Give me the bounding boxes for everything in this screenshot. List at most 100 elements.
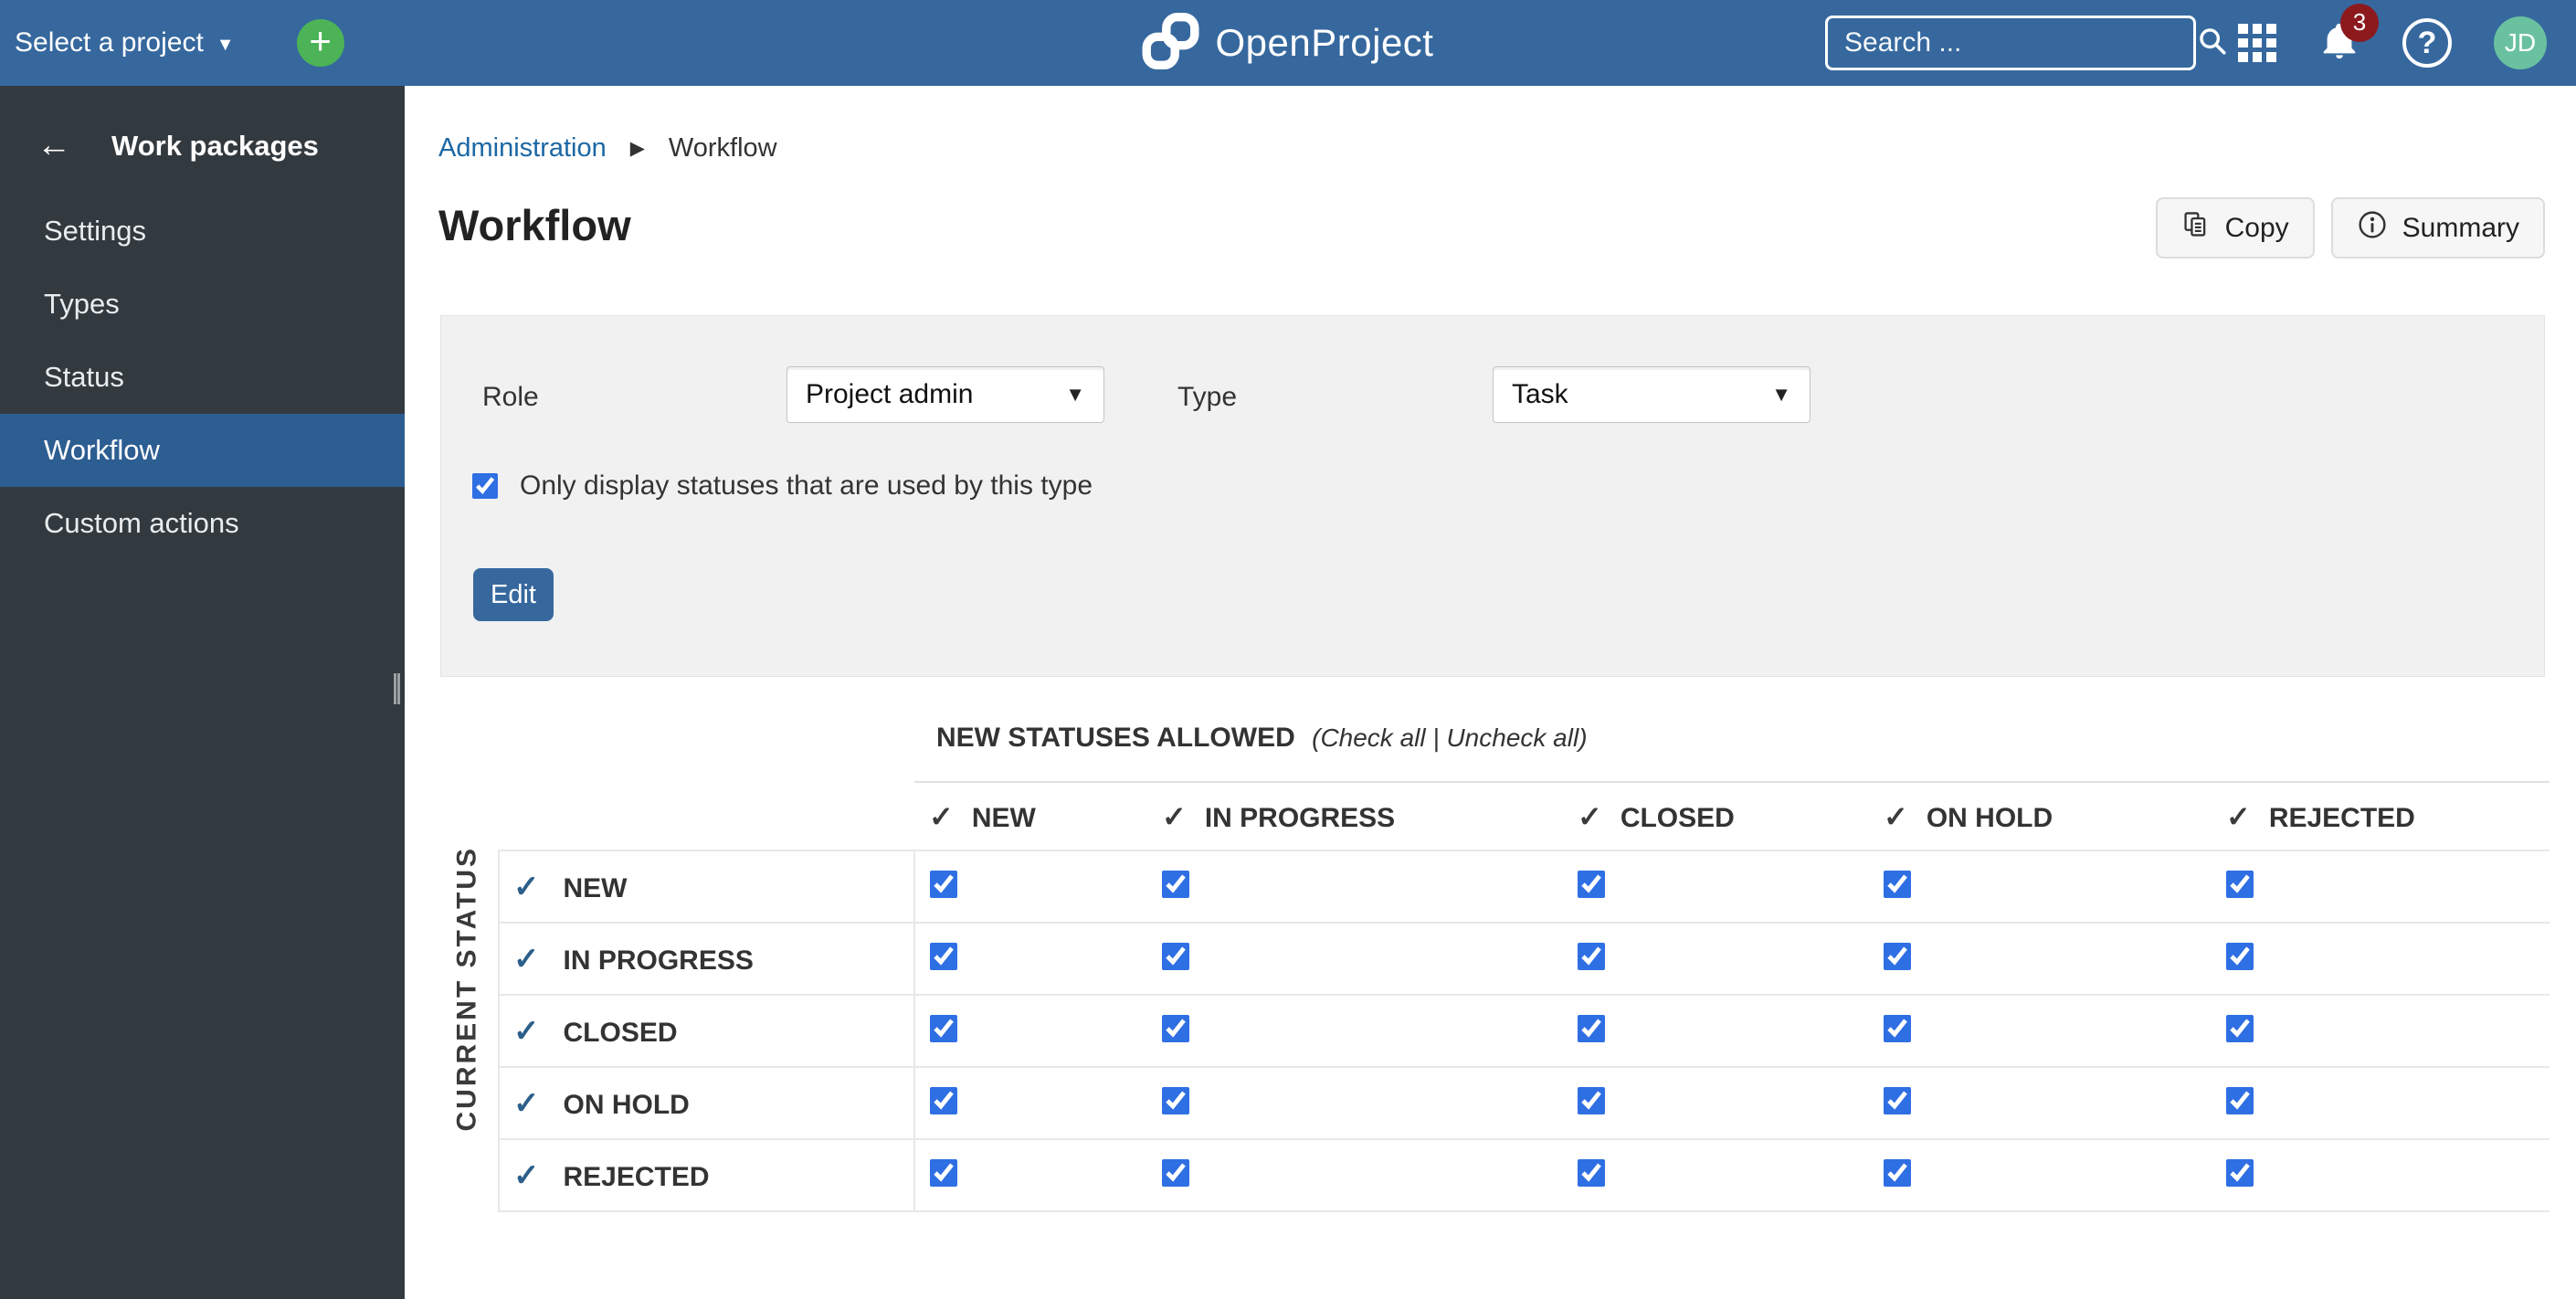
matrix-cell <box>1869 994 2212 1067</box>
transition-checkbox-in-progress-to-closed[interactable] <box>1578 943 1605 970</box>
matrix-cell <box>1147 850 1563 923</box>
transition-checkbox-rejected-to-rejected[interactable] <box>2226 1159 2254 1187</box>
transition-checkbox-rejected-to-in-progress[interactable] <box>1162 1159 1189 1187</box>
transition-checkbox-new-to-on-hold[interactable] <box>1884 871 1911 898</box>
breadcrumb-workflow: Workflow <box>668 133 777 163</box>
transition-checkbox-closed-to-new[interactable] <box>930 1015 957 1042</box>
role-select[interactable]: Project admin ▼ <box>787 366 1104 423</box>
matrix-cell <box>1147 994 1563 1067</box>
check-column-icon[interactable]: ✓ <box>2226 800 2251 833</box>
summary-button-label: Summary <box>2402 212 2519 243</box>
notifications-button[interactable]: 3 <box>2318 3 2379 67</box>
transition-checkbox-rejected-to-new[interactable] <box>930 1159 957 1187</box>
transition-checkbox-on-hold-to-new[interactable] <box>930 1087 957 1114</box>
transition-checkbox-rejected-to-on-hold[interactable] <box>1884 1159 1911 1187</box>
table-row-in-progress: ✓ IN PROGRESS <box>498 922 2550 995</box>
transition-checkbox-closed-to-in-progress[interactable] <box>1162 1015 1189 1042</box>
back-arrow-icon[interactable]: ← <box>37 126 71 165</box>
matrix-cell <box>1563 1066 1869 1139</box>
matrix-cell <box>914 1138 1147 1212</box>
matrix-cell <box>1869 922 2212 995</box>
openproject-logo-icon <box>1142 12 1199 74</box>
sidebar-item-label: Types <box>44 288 120 320</box>
project-selector[interactable]: Select a project ▼ <box>15 27 235 58</box>
avatar[interactable]: JD <box>2494 16 2547 69</box>
matrix-cell <box>914 1066 1147 1139</box>
help-button[interactable]: ? <box>2402 18 2452 68</box>
check-row-icon[interactable]: ✓ <box>513 1158 540 1193</box>
transition-checkbox-on-hold-to-closed[interactable] <box>1578 1087 1605 1114</box>
toolbar: Copy Summary <box>2155 197 2545 259</box>
column-header-new: ✓ NEW <box>914 781 1147 850</box>
transition-checkbox-on-hold-to-rejected[interactable] <box>2226 1087 2254 1114</box>
only-display-row: Only display statuses that are used by t… <box>472 470 1093 502</box>
transition-checkbox-in-progress-to-in-progress[interactable] <box>1162 943 1189 970</box>
transition-checkbox-on-hold-to-on-hold[interactable] <box>1884 1087 1911 1114</box>
transition-checkbox-in-progress-to-new[interactable] <box>930 943 957 970</box>
summary-button[interactable]: Summary <box>2330 197 2545 259</box>
column-label: IN PROGRESS <box>1204 802 1396 833</box>
search-input[interactable] <box>1844 27 2197 58</box>
sidebar-item-settings[interactable]: Settings <box>0 195 405 268</box>
type-select-value: Task <box>1512 379 1568 409</box>
sidebar-item-workflow[interactable]: Workflow <box>0 414 405 487</box>
transition-checkbox-rejected-to-closed[interactable] <box>1578 1159 1605 1187</box>
copy-button[interactable]: Copy <box>2155 197 2315 259</box>
logo-text: OpenProject <box>1215 21 1434 64</box>
check-row-icon[interactable]: ✓ <box>513 1086 540 1121</box>
top-bar: Select a project ▼ + OpenProject Search … <box>0 0 2576 86</box>
transition-checkbox-closed-to-rejected[interactable] <box>2226 1015 2254 1042</box>
modules-icon[interactable] <box>2238 24 2276 62</box>
notification-badge: 3 <box>2340 3 2379 42</box>
sidebar-item-types[interactable]: Types <box>0 268 405 341</box>
bell-icon <box>2318 23 2360 66</box>
matrix-cell <box>2212 850 2550 923</box>
search-icon[interactable] <box>2197 26 2228 61</box>
column-label: ON HOLD <box>1926 802 2053 833</box>
help-icon: ? <box>2417 25 2437 60</box>
matrix-cell <box>2212 1138 2550 1212</box>
caret-down-icon: ▼ <box>1771 383 1791 406</box>
check-row-icon[interactable]: ✓ <box>513 870 540 904</box>
edit-button[interactable]: Edit <box>473 568 554 621</box>
openproject-logo[interactable]: OpenProject <box>1142 12 1434 74</box>
check-column-icon[interactable]: ✓ <box>929 800 954 833</box>
check-column-icon[interactable]: ✓ <box>1884 800 1908 833</box>
add-project-button[interactable]: + <box>296 19 344 67</box>
workflow-matrix-table: ✓ NEW ✓ IN PROGRESS ✓ CLOSED ✓ ON HOLD ✓ REJECTED… <box>498 781 2550 1212</box>
uncheck-all-link[interactable]: Uncheck all <box>1446 723 1578 752</box>
sidebar-item-status[interactable]: Status <box>0 341 405 414</box>
transition-checkbox-in-progress-to-rejected[interactable] <box>2226 943 2254 970</box>
sidebar-item-custom-actions[interactable]: Custom actions <box>0 487 405 560</box>
transition-checkbox-new-to-in-progress[interactable] <box>1162 871 1189 898</box>
caret-down-icon: ▼ <box>1065 383 1085 406</box>
check-row-icon[interactable]: ✓ <box>513 942 540 977</box>
transition-checkbox-new-to-new[interactable] <box>930 871 957 898</box>
check-all-link[interactable]: Check all <box>1320 723 1425 752</box>
matrix-cell <box>914 850 1147 923</box>
matrix-cell <box>1563 922 1869 995</box>
check-column-icon[interactable]: ✓ <box>1578 800 1602 833</box>
sidebar-resize-handle[interactable] <box>394 673 400 704</box>
column-label: NEW <box>971 802 1036 833</box>
type-select[interactable]: Task ▼ <box>1493 366 1811 423</box>
transition-checkbox-closed-to-on-hold[interactable] <box>1884 1015 1911 1042</box>
global-search[interactable] <box>1825 16 2226 70</box>
page-title: Workflow <box>438 201 631 249</box>
check-column-icon[interactable]: ✓ <box>1162 800 1187 833</box>
transition-checkbox-closed-to-closed[interactable] <box>1578 1015 1605 1042</box>
transition-checkbox-new-to-rejected[interactable] <box>2226 871 2254 898</box>
breadcrumb-administration[interactable]: Administration <box>438 133 607 164</box>
matrix-cell <box>2212 994 2550 1067</box>
check-row-icon[interactable]: ✓ <box>513 1014 540 1049</box>
matrix-cell <box>1869 1138 2212 1212</box>
transition-checkbox-on-hold-to-in-progress[interactable] <box>1162 1087 1189 1114</box>
transition-checkbox-new-to-closed[interactable] <box>1578 871 1605 898</box>
matrix-cell <box>1147 1138 1563 1212</box>
transition-checkbox-in-progress-to-on-hold[interactable] <box>1884 943 1911 970</box>
row-label-text: ON HOLD <box>563 1089 690 1120</box>
only-display-checkbox[interactable] <box>472 473 498 499</box>
divider: | <box>1425 723 1447 752</box>
page-header: Workflow Copy Summary <box>438 197 2545 259</box>
table-row-on-hold: ✓ ON HOLD <box>498 1066 2550 1139</box>
